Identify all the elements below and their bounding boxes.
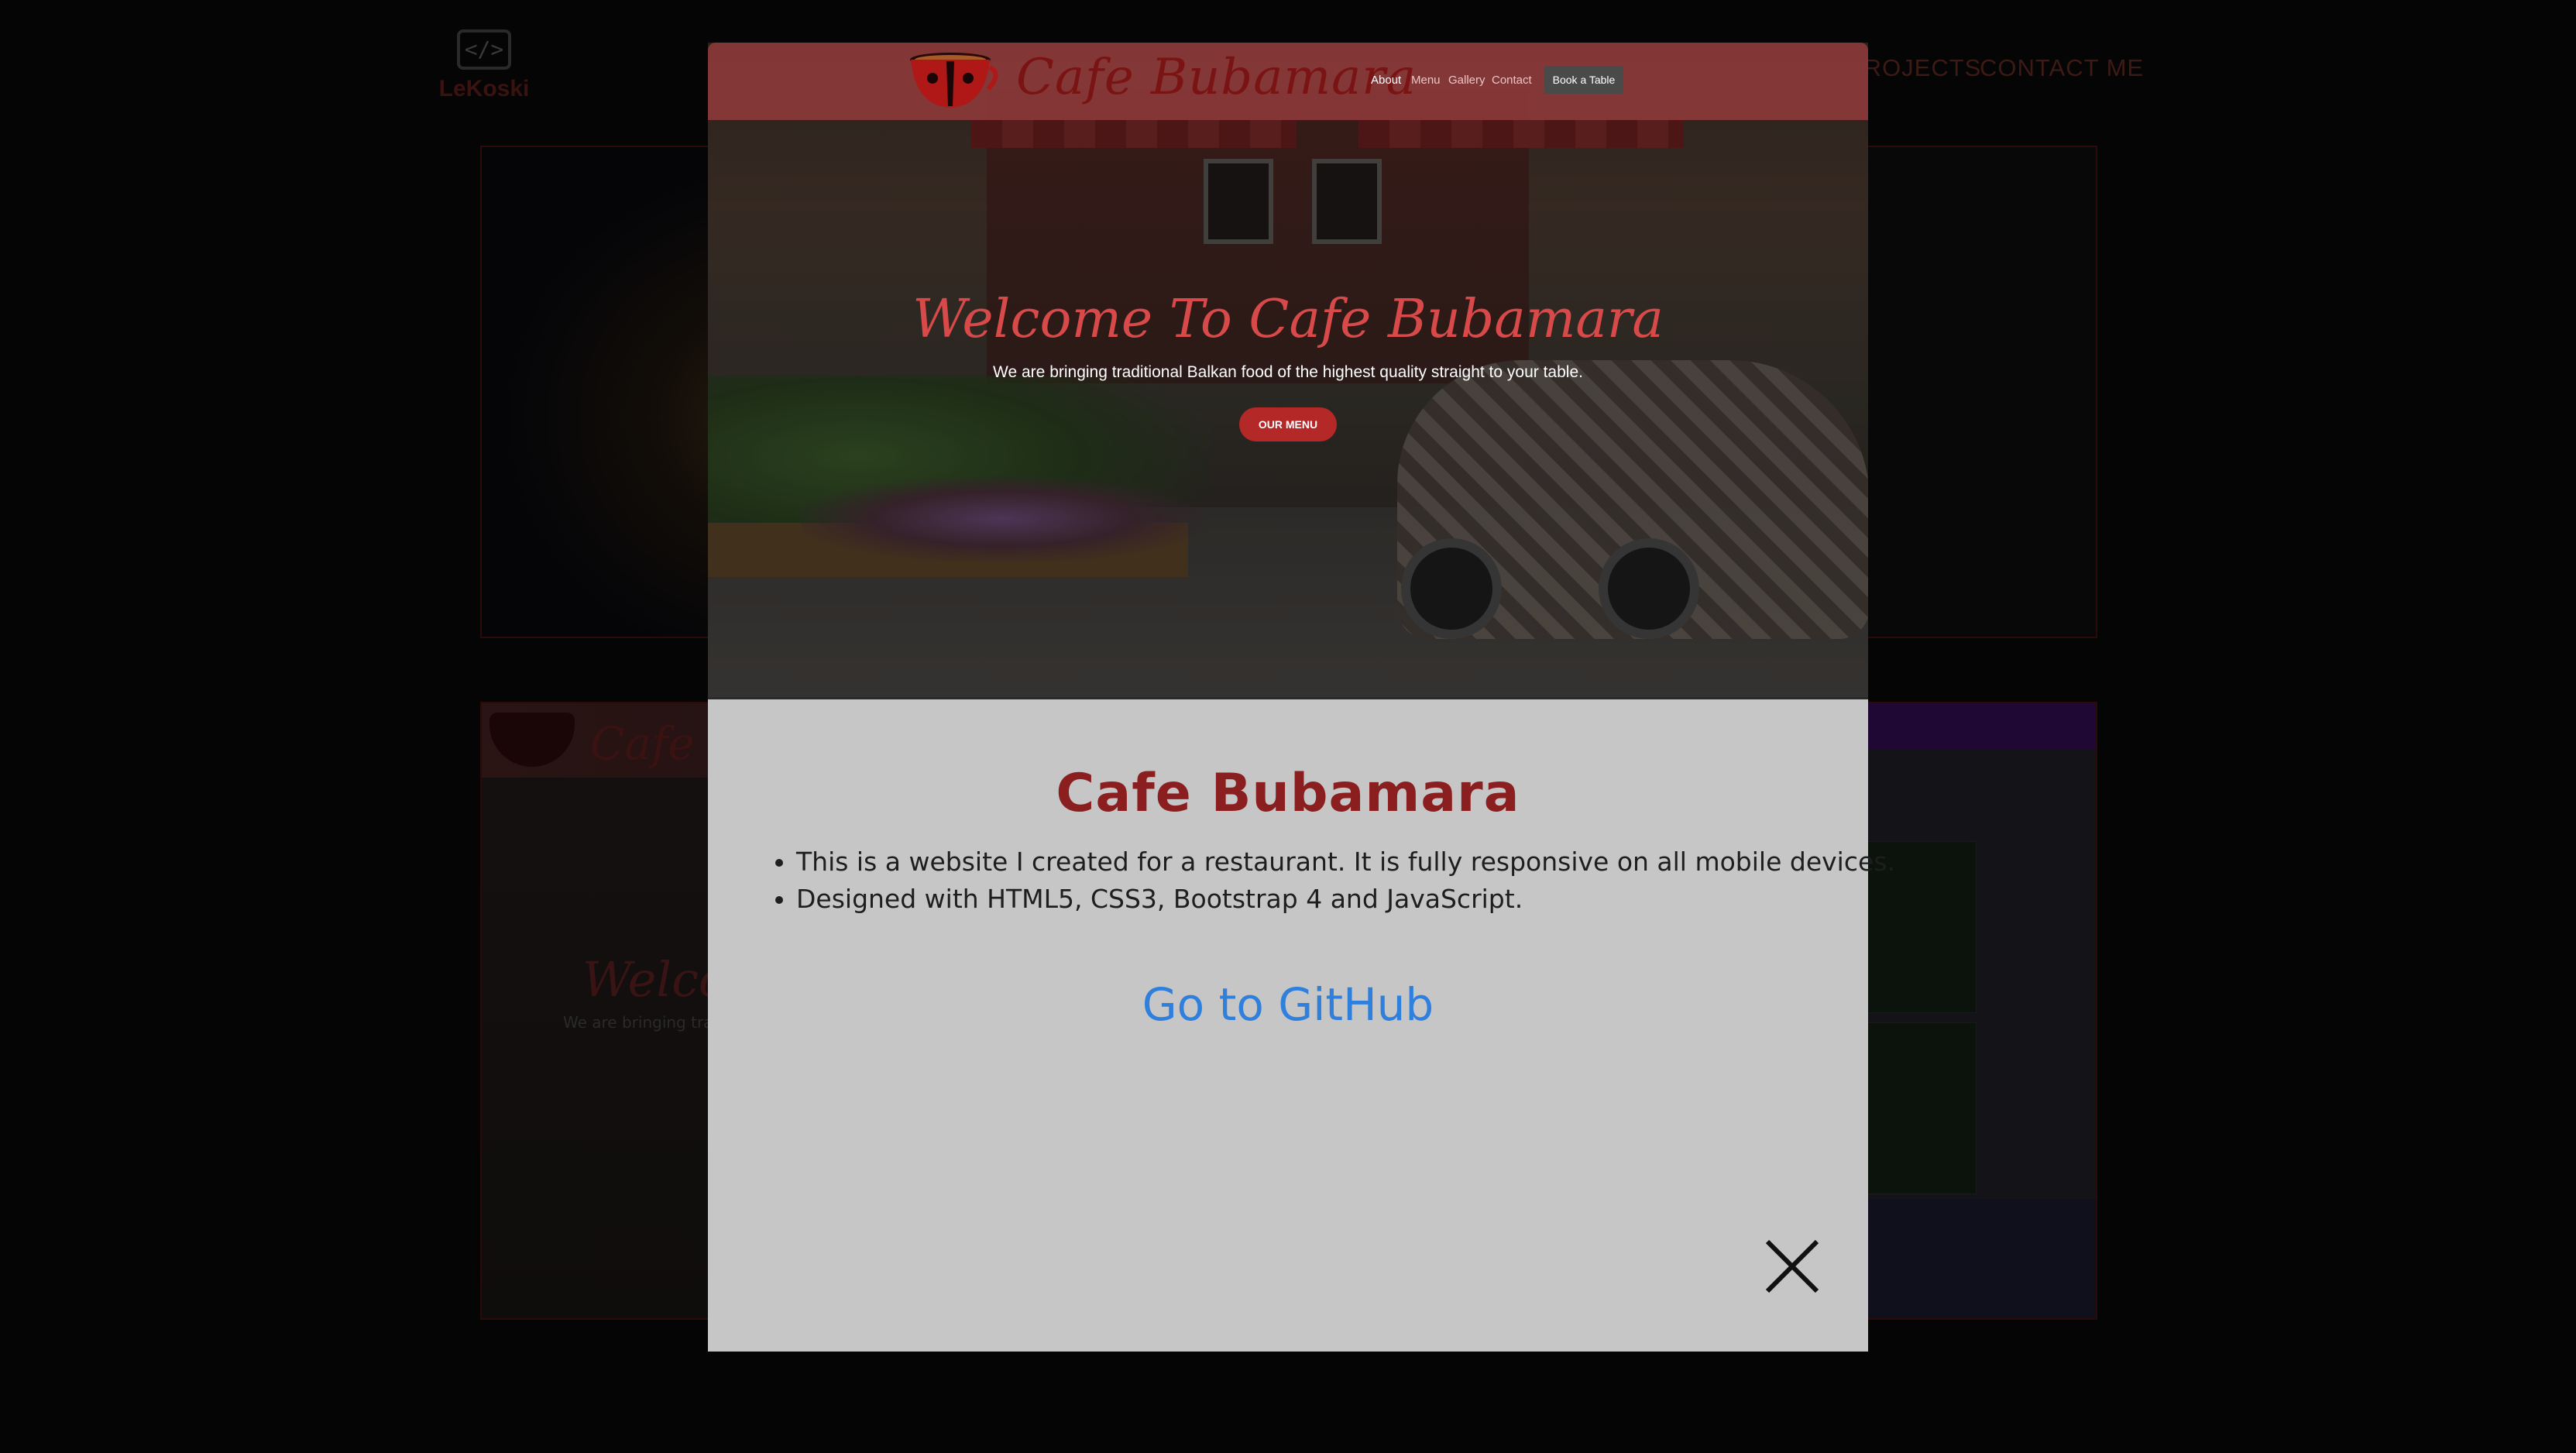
project-card-purple-bar <box>1837 703 2096 750</box>
description-item: This is a website I created for a restau… <box>796 843 1895 881</box>
close-button[interactable] <box>1761 1235 1823 1297</box>
screenshot-brand: Cafe Bubamara <box>1016 49 1417 106</box>
screenshot-nav-gallery: Gallery <box>1448 74 1485 87</box>
screenshot-nav-contact: Contact <box>1492 74 1532 87</box>
screenshot-welcome: Welcome To Cafe Bubamara <box>912 289 1664 350</box>
modal-title: Cafe Bubamara <box>1056 763 1520 824</box>
screenshot-nav-menu: Menu <box>1411 74 1441 87</box>
project-screenshot: Cafe Bubamara About Menu Gallery Contact… <box>708 43 1868 697</box>
screenshot-navbar: Cafe Bubamara About Menu Gallery Contact… <box>708 43 1868 120</box>
close-icon <box>1765 1239 1819 1293</box>
modal-divider <box>708 697 1868 699</box>
github-link[interactable]: Go to GitHub <box>708 978 1868 1031</box>
screenshot-menu-button: OUR MENU <box>1239 407 1337 441</box>
site-logo[interactable]: </> LeKoski <box>430 29 538 115</box>
cup-logo-icon <box>910 53 998 108</box>
screenshot-tagline: We are bringing traditional Balkan food … <box>993 363 1583 381</box>
code-brackets-icon: </> <box>457 29 511 70</box>
site-logo-text: LeKoski <box>438 76 530 101</box>
screenshot-book-button: Book a Table <box>1544 66 1623 94</box>
screenshot-nav-about: About <box>1371 74 1402 87</box>
project-modal: Cafe Bubamara About Menu Gallery Contact… <box>708 43 1895 1352</box>
nav-link-contact[interactable]: CONTACT ME <box>1980 54 2144 82</box>
project-description-list: This is a website I created for a restau… <box>770 843 1895 918</box>
description-item: Designed with HTML5, CSS3, Bootstrap 4 a… <box>796 881 1854 918</box>
